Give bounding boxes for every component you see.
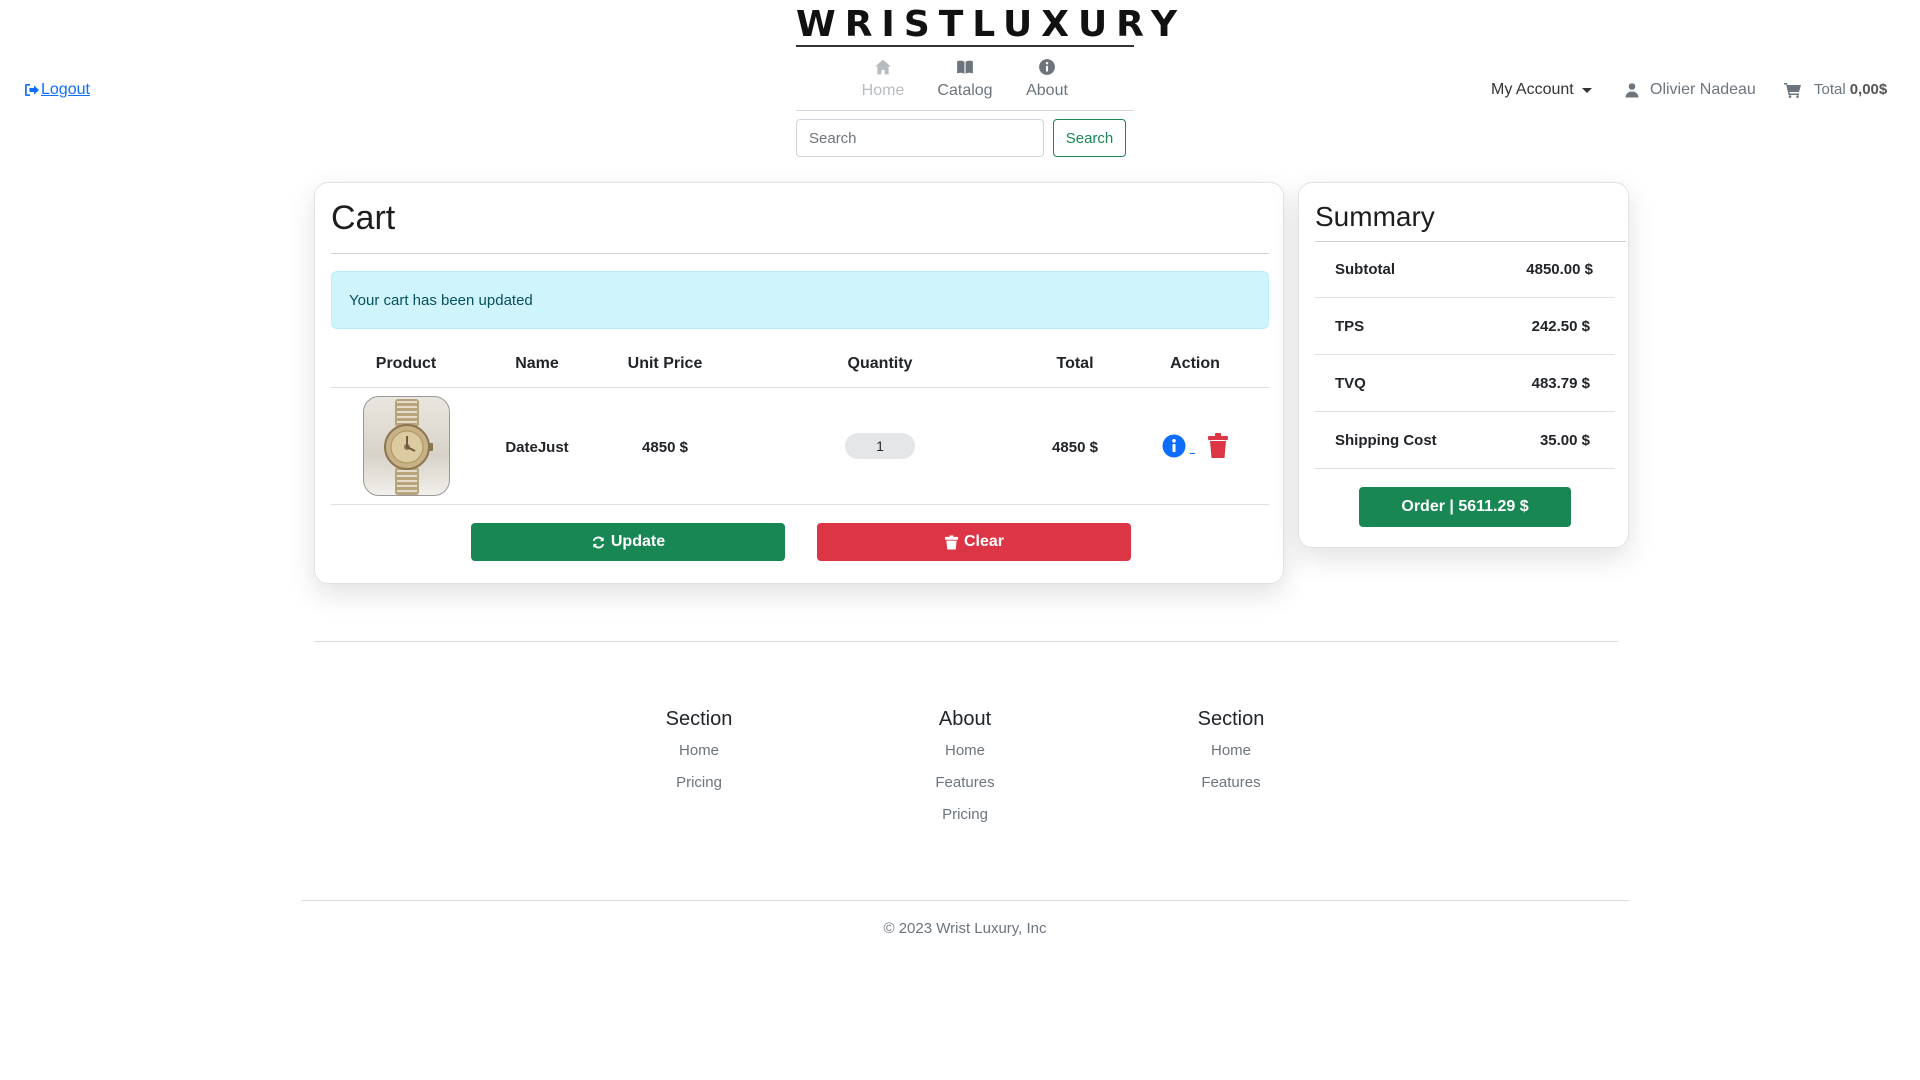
shopping-cart-icon — [1784, 82, 1801, 98]
footer-link-home[interactable]: Home — [599, 741, 799, 773]
nav-item-about[interactable]: About — [1006, 56, 1088, 110]
search-input[interactable] — [796, 119, 1044, 157]
main-nav: Home Catalog About — [796, 56, 1134, 110]
summary-row-shipping: Shipping Cost 35.00 $ — [1315, 412, 1615, 469]
footer-link-features[interactable]: Features — [865, 773, 1065, 805]
footer-column-title: Section — [665, 708, 733, 730]
trash-icon — [944, 534, 959, 550]
user-icon — [1625, 83, 1639, 98]
cart-title-divider — [331, 253, 1269, 254]
user-profile-link[interactable]: Olivier Nadeau — [1624, 81, 1756, 99]
logout-label: Logout — [41, 81, 90, 98]
product-image[interactable] — [363, 396, 450, 496]
info-circle-icon — [1039, 59, 1055, 75]
line-total: 4850 $ — [1052, 439, 1098, 456]
clear-cart-button[interactable]: Clear — [817, 523, 1131, 561]
footer-bottom-divider — [301, 900, 1629, 901]
cart-title: Cart — [331, 199, 396, 237]
watch-image — [384, 399, 433, 495]
link-underline — [1190, 453, 1195, 454]
column-header-action: Action — [1170, 355, 1220, 372]
footer-link-pricing[interactable]: Pricing — [865, 805, 1065, 837]
column-header-total: Total — [1056, 355, 1094, 372]
column-header-name: Name — [515, 355, 559, 372]
nav-divider — [796, 110, 1134, 111]
header-cart-link[interactable]: Total 0,00$ — [1784, 81, 1887, 98]
summary-label: TPS — [1335, 318, 1365, 335]
footer-column-about: About Home Features Pricing — [865, 708, 1065, 837]
summary-value: 483.79 $ — [1531, 375, 1590, 392]
brand-logo[interactable]: WRISTLUXURY — [796, 4, 1177, 45]
update-cart-button[interactable]: Update — [471, 523, 785, 561]
unit-price: 4850 $ — [642, 439, 688, 456]
cart-card: Cart Your cart has been updated Product … — [314, 182, 1284, 584]
nav-item-label: About — [1026, 82, 1068, 99]
footer-divider — [314, 641, 1618, 642]
clear-label: Clear — [963, 533, 1005, 550]
footer-link-home[interactable]: Home — [1131, 741, 1331, 773]
summary-label: Subtotal — [1335, 261, 1395, 278]
summary-value: 35.00 $ — [1539, 432, 1590, 449]
summary-value: 4850.00 $ — [1526, 261, 1593, 278]
caret-down-icon — [1581, 87, 1592, 93]
update-label: Update — [610, 533, 666, 550]
home-icon — [875, 59, 891, 75]
cart-updated-alert: Your cart has been updated — [331, 271, 1269, 329]
sign-out-icon — [25, 84, 39, 96]
nav-item-catalog[interactable]: Catalog — [924, 56, 1006, 110]
summary-label: TVQ — [1335, 375, 1366, 392]
search-button[interactable]: Search — [1053, 119, 1126, 157]
quantity-input[interactable] — [845, 433, 915, 459]
book-open-icon — [957, 60, 973, 74]
nav-item-home[interactable]: Home — [842, 56, 924, 110]
trash-icon[interactable] — [1207, 433, 1229, 459]
brand-underline — [796, 45, 1134, 47]
my-account-label: My Account — [1491, 81, 1574, 98]
order-button[interactable]: Order | 5611.29 $ — [1359, 487, 1571, 527]
my-account-dropdown[interactable]: My Account — [1491, 81, 1592, 99]
nav-item-label: Catalog — [937, 82, 993, 99]
logout-link[interactable]: Logout — [24, 81, 90, 99]
footer-link-pricing[interactable]: Pricing — [599, 773, 799, 805]
footer-column-title: About — [938, 708, 992, 730]
nav-item-label: Home — [861, 82, 905, 99]
table-row-divider — [331, 504, 1269, 505]
copyright-text: © 2023 Wrist Luxury, Inc — [883, 920, 1047, 937]
info-circle-icon[interactable] — [1162, 434, 1186, 458]
summary-card: Summary Subtotal 4850.00 $ TPS 242.50 $ … — [1298, 182, 1629, 548]
column-header-product: Product — [375, 355, 437, 372]
summary-value: 242.50 $ — [1531, 318, 1590, 335]
column-header-unit-price: Unit Price — [627, 355, 703, 372]
footer-link-features[interactable]: Features — [1131, 773, 1331, 805]
refresh-icon — [592, 535, 604, 549]
footer-link-home[interactable]: Home — [865, 741, 1065, 773]
summary-title: Summary — [1315, 201, 1435, 232]
summary-row-tps: TPS 242.50 $ — [1315, 298, 1615, 355]
cart-total-value: 0,00$ — [1849, 81, 1888, 98]
table-header-divider — [331, 387, 1269, 388]
user-name: Olivier Nadeau — [1650, 81, 1756, 98]
summary-row-tvq: TVQ 483.79 $ — [1315, 355, 1615, 412]
summary-label: Shipping Cost — [1335, 432, 1437, 449]
summary-row-subtotal: Subtotal 4850.00 $ — [1315, 241, 1615, 298]
product-name[interactable]: DateJust — [481, 439, 593, 456]
cart-total-label: Total — [1814, 81, 1846, 98]
column-header-quantity: Quantity — [847, 355, 913, 372]
footer-column-section-1: Section Home Pricing — [599, 708, 799, 805]
footer-column-section-2: Section Home Features — [1131, 708, 1331, 805]
footer-column-title: Section — [1197, 708, 1265, 730]
